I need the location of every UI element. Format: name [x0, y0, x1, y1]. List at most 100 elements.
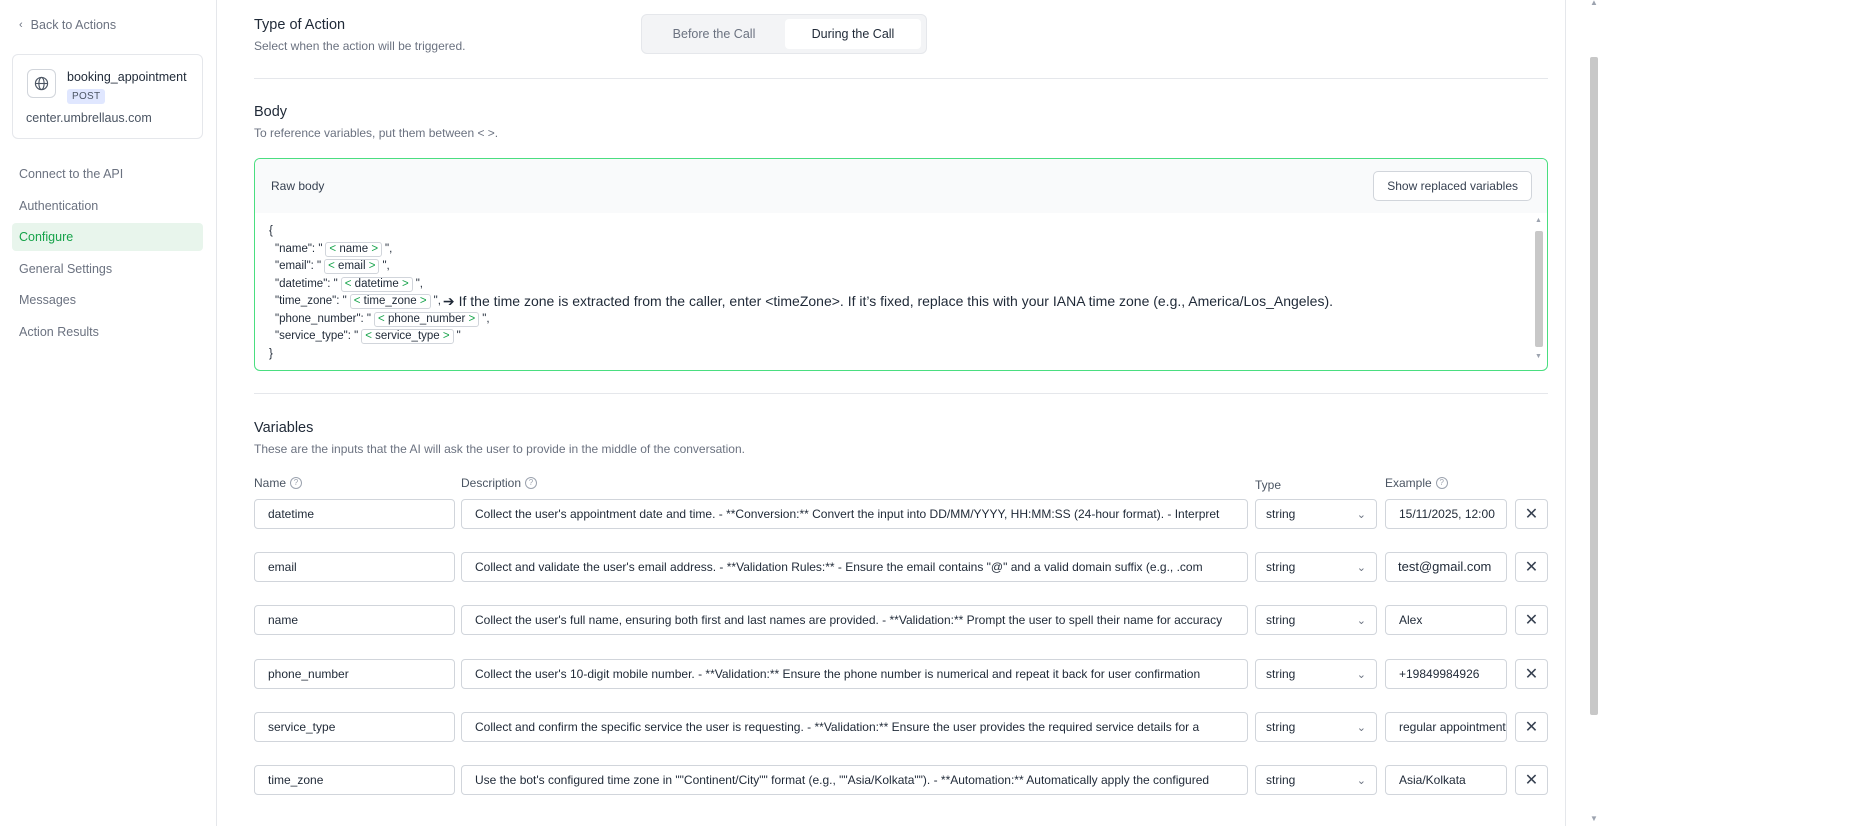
variable-name-input[interactable]: time_zone [254, 765, 455, 795]
delete-variable-button[interactable]: ✕ [1515, 552, 1548, 582]
scrollbar-thumb[interactable] [1535, 231, 1543, 347]
raw-body-label: Raw body [271, 179, 325, 193]
sidebar-item-authentication[interactable]: Authentication [12, 192, 203, 220]
type-value: string [1266, 667, 1296, 681]
variable-name: email [338, 260, 366, 273]
close-icon: ✕ [1524, 666, 1539, 683]
variable-example-input[interactable]: regular appointment [1385, 712, 1507, 742]
raw-body-code[interactable]: { "name": " < name > ", "email": " < ema… [269, 223, 1333, 363]
code-key: "name": " [275, 242, 323, 255]
variable-description-input[interactable]: Collect and validate the user's email ad… [461, 552, 1248, 582]
scroll-down-icon[interactable]: ▼ [1590, 814, 1598, 823]
page-scrollbar[interactable]: ▲ ▼ [1590, 0, 1600, 826]
close-icon: ✕ [1524, 719, 1539, 736]
variable-example-input[interactable]: 15/11/2025, 12:00 [1385, 499, 1507, 529]
variable-name-input[interactable]: phone_number [254, 659, 455, 689]
chevron-down-icon: ⌄ [1356, 509, 1366, 521]
help-icon[interactable]: ? [1435, 477, 1448, 489]
variable-type-select[interactable]: string ⌄ [1255, 499, 1377, 529]
variable-type-select[interactable]: string ⌄ [1255, 659, 1377, 689]
variable-name: phone_number [387, 312, 466, 325]
variable-type-select[interactable]: string ⌄ [1255, 712, 1377, 742]
variable-example-input[interactable]: test@gmail.com [1385, 552, 1507, 582]
variable-description-input[interactable]: Collect the user's 10-digit mobile numbe… [461, 659, 1248, 689]
raw-body-editor[interactable]: Raw body Show replaced variables { "name… [254, 158, 1548, 371]
main-content: Type of Action Select when the action wi… [237, 0, 1565, 826]
help-icon[interactable]: ? [525, 477, 538, 489]
code-key: "service_type": " [275, 330, 359, 342]
code-line: "email": " < email > ", [269, 258, 1333, 276]
close-icon: ✕ [1524, 559, 1539, 576]
variable-description-input[interactable]: Collect and confirm the specific service… [461, 712, 1248, 742]
editor-scrollbar[interactable]: ▲ ▼ [1535, 217, 1543, 367]
variable-pill: < email > [324, 259, 380, 275]
code-line: "service_type": " < service_type > " [269, 328, 1333, 346]
chevron-down-icon: ⌄ [1356, 775, 1366, 787]
variables-subtitle: These are the inputs that the AI will as… [254, 442, 745, 456]
code-line: "name": " < name > ", [269, 241, 1333, 259]
variable-description-input[interactable]: Collect the user's appointment date and … [461, 499, 1248, 529]
sidebar-item-configure[interactable]: Configure [12, 223, 203, 251]
delete-variable-button[interactable]: ✕ [1515, 712, 1548, 742]
chevron-left-icon: ‹ [19, 19, 23, 31]
timezone-note: If the time zone is extracted from the c… [458, 293, 1333, 309]
variable-type-select[interactable]: string ⌄ [1255, 605, 1377, 635]
variable-name-input[interactable]: service_type [254, 712, 455, 742]
page-scrollbar-thumb[interactable] [1590, 57, 1598, 715]
code-line: "phone_number": " < phone_number > ", [269, 311, 1333, 329]
scroll-up-icon[interactable]: ▲ [1535, 217, 1542, 224]
divider [254, 393, 1548, 394]
close-icon: ✕ [1524, 506, 1539, 523]
main-right-border [1565, 0, 1566, 826]
chevron-down-icon: ⌄ [1356, 722, 1366, 734]
variable-type-select[interactable]: string ⌄ [1255, 552, 1377, 582]
variable-description-input[interactable]: Collect the user's full name, ensuring b… [461, 605, 1248, 635]
delete-variable-button[interactable]: ✕ [1515, 499, 1548, 529]
column-header-name: Name ? [254, 476, 303, 490]
api-name: booking_appointment [67, 70, 187, 84]
type-value: string [1266, 507, 1296, 521]
delete-variable-button[interactable]: ✕ [1515, 605, 1548, 635]
sidebar: ‹ Back to Actions booking_appointment PO… [0, 0, 217, 826]
sidebar-item-general-settings[interactable]: General Settings [12, 255, 203, 283]
variable-description-input[interactable]: Use the bot's configured time zone in ""… [461, 765, 1248, 795]
option-before-call[interactable]: Before the Call [646, 19, 782, 49]
raw-body-header: Raw body Show replaced variables [255, 159, 1547, 213]
variable-example-input[interactable]: Asia/Kolkata [1385, 765, 1507, 795]
column-header-example: Example ? [1385, 476, 1448, 490]
close-icon: ✕ [1524, 612, 1539, 629]
code-line: "time_zone": " < time_zone > ", ➔ If the… [269, 293, 1333, 311]
variable-name-input[interactable]: name [254, 605, 455, 635]
variable-name: datetime [354, 277, 399, 290]
variable-name-input[interactable]: datetime [254, 499, 455, 529]
delete-variable-button[interactable]: ✕ [1515, 659, 1548, 689]
variable-name: service_type [375, 330, 440, 343]
code-line: "datetime": " < datetime > ", [269, 276, 1333, 294]
sidebar-item-connect-api[interactable]: Connect to the API [12, 160, 203, 188]
scroll-up-icon[interactable]: ▲ [1590, 0, 1598, 7]
back-to-actions-link[interactable]: ‹ Back to Actions [19, 18, 116, 32]
code-tail: ", [385, 242, 393, 255]
sidebar-nav: Connect to the API Authentication Config… [12, 160, 203, 349]
delete-variable-button[interactable]: ✕ [1515, 765, 1548, 795]
arrow-right-icon: ➔ [442, 293, 455, 309]
variable-example-input[interactable]: Alex [1385, 605, 1507, 635]
variable-example-input[interactable]: +19849984926 [1385, 659, 1507, 689]
show-replaced-variables-button[interactable]: Show replaced variables [1373, 171, 1532, 201]
body-title: Body [254, 104, 288, 120]
type-value: string [1266, 560, 1296, 574]
code-key: "email": " [275, 260, 322, 272]
option-during-call[interactable]: During the Call [785, 19, 921, 49]
sidebar-item-action-results[interactable]: Action Results [12, 318, 203, 346]
variable-type-select[interactable]: string ⌄ [1255, 765, 1377, 795]
variable-name: name [339, 242, 369, 255]
code-key: "time_zone": " [275, 295, 347, 307]
sidebar-item-messages[interactable]: Messages [12, 286, 203, 314]
type-value: string [1266, 773, 1296, 787]
header-label: Example [1385, 476, 1432, 490]
column-header-description: Description ? [461, 476, 538, 490]
help-icon[interactable]: ? [290, 477, 303, 489]
back-label: Back to Actions [30, 18, 117, 32]
variable-name-input[interactable]: email [254, 552, 455, 582]
scroll-down-icon[interactable]: ▼ [1535, 353, 1542, 360]
